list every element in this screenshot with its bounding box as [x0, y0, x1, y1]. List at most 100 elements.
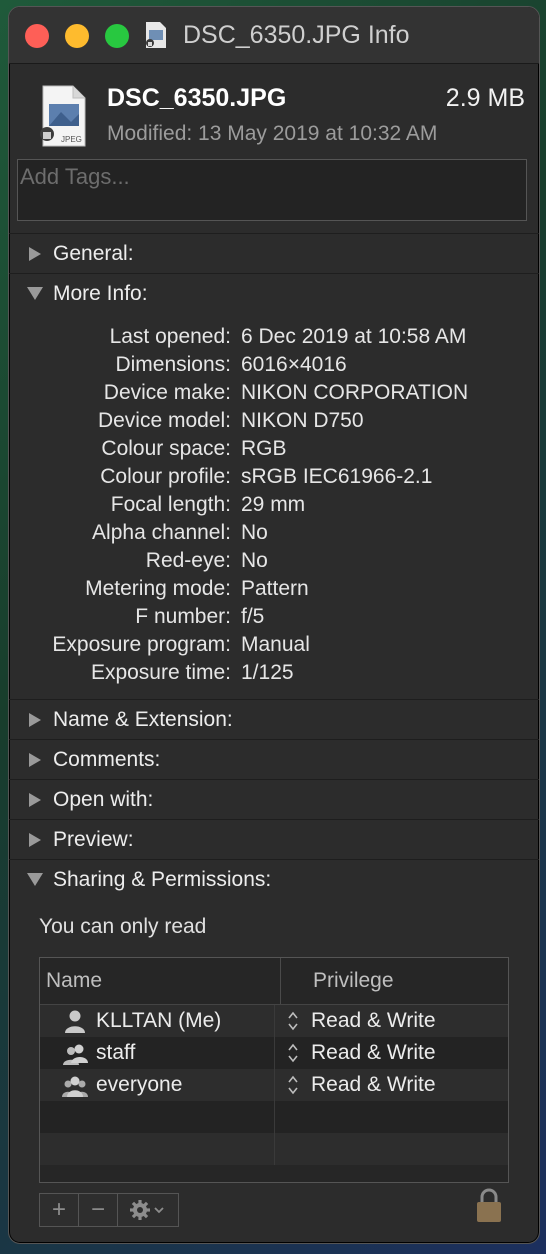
section-name-extension[interactable]: Name & Extension: [9, 699, 539, 739]
disclosure-down-icon[interactable] [27, 873, 43, 886]
permission-status: You can only read [39, 915, 207, 938]
info-window: DSC_6350.JPG Info JPEG DSC_6350.JPG 2.9 … [8, 6, 540, 1244]
disclosure-down-icon[interactable] [27, 287, 43, 300]
close-button[interactable] [25, 24, 49, 48]
everyone-icon [62, 1076, 88, 1097]
table-header: Name Privilege [40, 958, 508, 1005]
remove-user-button[interactable]: − [79, 1194, 118, 1226]
section-title: Name & Extension: [53, 707, 233, 731]
section-title: Sharing & Permissions: [53, 867, 272, 891]
chevron-down-icon [154, 1207, 164, 1214]
info-row: Colour profile: sRGB IEC61966-2.1 [9, 463, 539, 491]
info-row: F number: f/5 [9, 603, 539, 631]
section-open-with[interactable]: Open with: [9, 779, 539, 819]
file-name: DSC_6350.JPG [107, 84, 287, 112]
permissions-table: Name Privilege KLLTAN (Me) Read & Write … [39, 957, 509, 1183]
window-title: DSC_6350.JPG Info [183, 21, 410, 49]
permissions-toolbar: + − [39, 1193, 179, 1227]
table-row[interactable]: staff Read & Write [40, 1037, 508, 1069]
table-row[interactable]: everyone Read & Write [40, 1069, 508, 1101]
info-value: RGB [241, 437, 287, 460]
section-preview[interactable]: Preview: [9, 819, 539, 859]
info-value: 29 mm [241, 493, 306, 516]
single-user-icon [65, 1010, 85, 1033]
info-key: Device model: [97, 409, 231, 432]
info-value: No [241, 521, 268, 544]
add-user-button[interactable]: + [40, 1194, 79, 1226]
info-sections: General: More Info: Last opened: 6 Dec 20… [9, 233, 539, 955]
privilege-value[interactable]: Read & Write [311, 1005, 436, 1037]
tags-field[interactable]: Add Tags... [17, 159, 527, 221]
privilege-value[interactable]: Read & Write [311, 1037, 436, 1069]
section-title: Open with: [53, 787, 154, 811]
info-value: 1/125 [241, 661, 294, 684]
info-row: Colour space: RGB [9, 435, 539, 463]
column-name-header[interactable]: Name [40, 958, 281, 1004]
info-key: Dimensions: [115, 353, 231, 376]
info-row: Metering mode: Pattern [9, 575, 539, 603]
jpeg-file-icon: JPEG [40, 85, 86, 147]
section-sharing-permissions[interactable]: Sharing & Permissions: [9, 859, 539, 899]
info-value: Pattern [241, 577, 309, 600]
info-row: Focal length: 29 mm [9, 491, 539, 519]
info-value: Manual [241, 633, 310, 656]
info-row: Device make: NIKON CORPORATION [9, 379, 539, 407]
file-header: JPEG DSC_6350.JPG 2.9 MB Modified: 13 Ma… [9, 64, 539, 164]
jpeg-file-icon [146, 22, 166, 48]
section-title: Comments: [53, 747, 161, 771]
disclosure-right-icon[interactable] [29, 752, 41, 767]
info-value: NIKON D750 [241, 409, 364, 432]
up-down-chevron-icon[interactable] [287, 1009, 299, 1033]
action-menu-button[interactable] [118, 1194, 178, 1226]
info-row: Last opened: 6 Dec 2019 at 10:58 AM [9, 323, 539, 351]
info-key: Exposure time: [90, 661, 231, 684]
info-value: NIKON CORPORATION [241, 381, 469, 404]
lock-icon[interactable] [475, 1187, 503, 1223]
section-more-info[interactable]: More Info: [9, 273, 539, 313]
info-row: Exposure time: 1/125 [9, 659, 539, 687]
info-key: Focal length: [110, 493, 231, 516]
info-row: Exposure program: Manual [9, 631, 539, 659]
section-title: Preview: [53, 827, 134, 851]
info-value: 6016×4016 [241, 353, 347, 376]
permission-rows: KLLTAN (Me) Read & Write staff Read & Wr… [40, 1005, 508, 1165]
privilege-value[interactable]: Read & Write [311, 1069, 436, 1101]
info-row: Red-eye: No [9, 547, 539, 575]
info-row: Alpha channel: No [9, 519, 539, 547]
disclosure-right-icon[interactable] [29, 832, 41, 847]
plus-icon: + [51, 1196, 66, 1223]
more-info-list: Last opened: 6 Dec 2019 at 10:58 AM Dimen… [9, 313, 539, 699]
minimize-button[interactable] [65, 24, 89, 48]
info-key: Last opened: [109, 325, 231, 348]
info-key: Colour profile: [100, 465, 231, 488]
info-row: Device model: NIKON D750 [9, 407, 539, 435]
info-value: No [241, 549, 268, 572]
modified-date: Modified: 13 May 2019 at 10:32 AM [107, 122, 438, 145]
info-value: f/5 [241, 605, 265, 628]
info-key: Metering mode: [85, 577, 231, 600]
section-title: More Info: [53, 281, 148, 305]
info-key: Exposure program: [52, 633, 231, 656]
section-comments[interactable]: Comments: [9, 739, 539, 779]
user-name: everyone [96, 1073, 183, 1096]
table-row[interactable]: KLLTAN (Me) Read & Write [40, 1005, 508, 1037]
zoom-button[interactable] [105, 24, 129, 48]
empty-row [40, 1101, 508, 1133]
file-size: 2.9 MB [445, 84, 525, 112]
disclosure-right-icon[interactable] [29, 246, 41, 261]
tags-placeholder: Add Tags... [20, 164, 130, 189]
disclosure-right-icon[interactable] [29, 712, 41, 727]
info-key: Red-eye: [145, 549, 231, 572]
minus-icon: − [90, 1196, 105, 1223]
disclosure-right-icon[interactable] [29, 792, 41, 807]
info-value: sRGB IEC61966-2.1 [241, 465, 433, 488]
section-general[interactable]: General: [9, 233, 539, 273]
info-key: Alpha channel: [92, 521, 231, 544]
column-privilege-header[interactable]: Privilege [281, 958, 394, 1004]
info-key: Device make: [103, 381, 231, 404]
up-down-chevron-icon[interactable] [287, 1073, 299, 1097]
up-down-chevron-icon[interactable] [287, 1041, 299, 1065]
file-type-label: JPEG [61, 135, 82, 144]
gear-icon [130, 1200, 164, 1220]
group-icon [63, 1044, 88, 1065]
